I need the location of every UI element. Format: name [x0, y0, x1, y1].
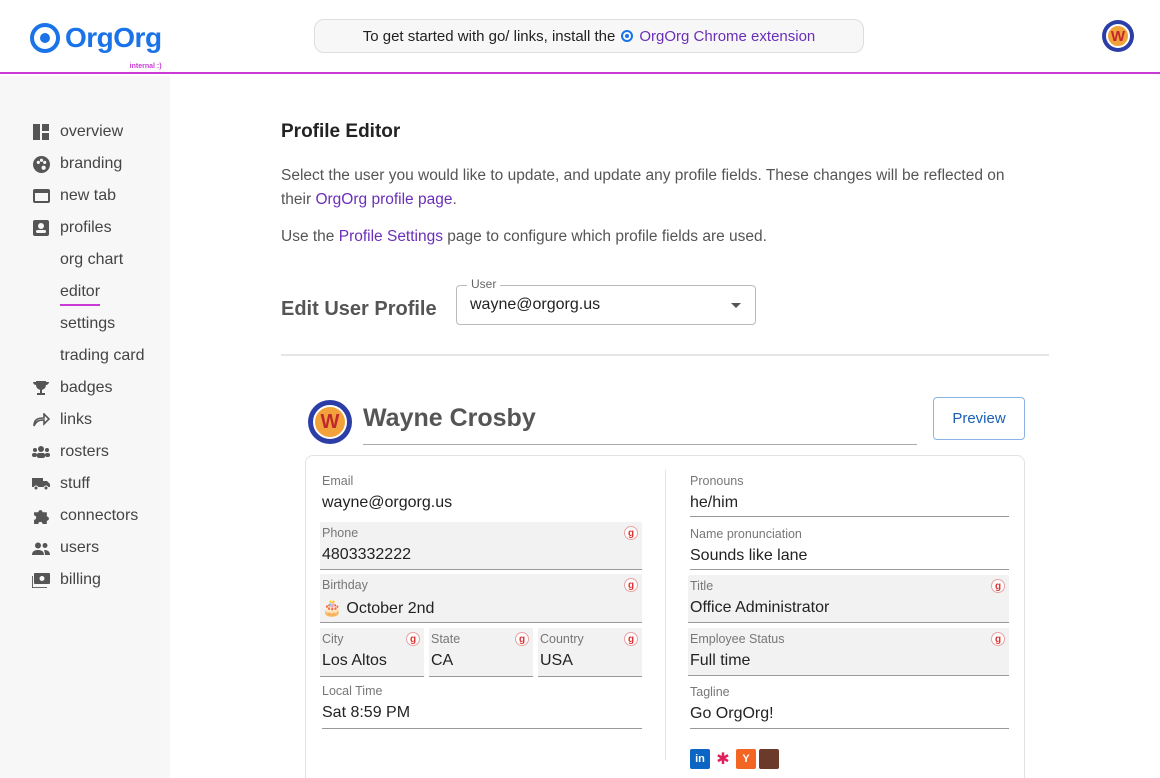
section-divider [281, 354, 1049, 356]
users-icon [32, 539, 50, 557]
user-avatar[interactable]: W [1102, 20, 1134, 52]
sidebar-item-profiles[interactable]: profiles [32, 216, 112, 240]
profile-avatar[interactable]: W [308, 400, 352, 444]
sidebar-item-badges[interactable]: badges [32, 376, 113, 400]
google-sync-icon: g [624, 526, 638, 540]
birthday-field[interactable]: Birthday 🎂 October 2nd g [320, 574, 642, 623]
city-field[interactable]: City Los Altos g [320, 628, 424, 677]
country-field[interactable]: Country USA g [538, 628, 642, 677]
billing-icon [32, 571, 50, 589]
tagline-field[interactable]: Tagline Go OrgOrg! [690, 681, 1009, 729]
state-field[interactable]: State CA g [429, 628, 533, 677]
employee-status-field[interactable]: Employee Status Full time g [688, 628, 1009, 676]
local-time-field: Local Time Sat 8:59 PM [322, 680, 642, 729]
preview-button[interactable]: Preview [933, 397, 1025, 440]
phone-field[interactable]: Phone 4803332222 g [320, 522, 642, 570]
logo-ring-icon [30, 23, 60, 53]
sidebar-sub-org-chart[interactable]: org chart [60, 248, 123, 272]
user-select-label: User [467, 277, 501, 291]
sidebar-item-branding[interactable]: branding [32, 152, 122, 176]
google-sync-icon: g [991, 579, 1005, 593]
orgorg-logo-icon [621, 30, 634, 42]
page-title: Profile Editor [281, 121, 401, 142]
banner-text: To get started with go/ links, install t… [362, 27, 616, 45]
sidebar-item-stuff[interactable]: stuff [32, 472, 90, 496]
sidebar-item-new-tab[interactable]: new tab [32, 184, 116, 208]
sidebar-item-connectors[interactable]: connectors [32, 504, 138, 528]
sidebar-item-overview[interactable]: overview [32, 120, 123, 144]
orgorg-logo[interactable]: OrgOrg internal :) [30, 20, 162, 70]
trophy-icon [32, 379, 50, 397]
column-divider [665, 470, 666, 760]
edit-user-profile-label: Edit User Profile [281, 298, 437, 320]
palette-icon [32, 155, 50, 173]
sidebar-item-users[interactable]: users [32, 536, 99, 560]
social-links: in ✱ Y [690, 749, 779, 769]
sidebar-sub-settings[interactable]: settings [60, 312, 115, 336]
slack-icon[interactable]: ✱ [713, 749, 733, 769]
title-field[interactable]: Title Office Administrator g [688, 575, 1009, 623]
photo-icon[interactable] [759, 749, 779, 769]
sidebar-item-rosters[interactable]: rosters [32, 440, 109, 464]
google-sync-icon: g [515, 632, 529, 646]
profile-page-link[interactable]: OrgOrg profile page [315, 191, 452, 208]
extension-banner: To get started with go/ links, install t… [314, 19, 864, 53]
dashboard-icon [32, 123, 50, 141]
google-sync-icon: g [624, 578, 638, 592]
profile-settings-link[interactable]: Profile Settings [339, 228, 443, 245]
user-select[interactable]: User wayne@orgorg.us [456, 277, 756, 325]
group-icon [32, 443, 50, 461]
name-pronunciation-field[interactable]: Name pronunciation Sounds like lane [690, 523, 1009, 570]
linkedin-icon[interactable]: in [690, 749, 710, 769]
truck-icon [32, 475, 50, 493]
ycombinator-icon[interactable]: Y [736, 749, 756, 769]
profile-icon [32, 219, 50, 237]
intro-paragraph: Select the user you would like to update… [281, 167, 1005, 208]
google-sync-icon: g [991, 632, 1005, 646]
user-select-value: wayne@orgorg.us [470, 296, 601, 313]
share-arrow-icon [32, 411, 50, 429]
sidebar-item-billing[interactable]: billing [32, 568, 101, 592]
sidebar-sub-editor[interactable]: editor [60, 280, 101, 306]
google-sync-icon: g [406, 632, 420, 646]
settings-paragraph: Use the Profile Settings page to configu… [281, 228, 767, 245]
pronouns-field[interactable]: Pronouns he/him [690, 470, 1009, 517]
top-header: OrgOrg internal :) To get started with g… [0, 0, 1160, 74]
chrome-extension-link[interactable]: OrgOrg Chrome extension [639, 28, 815, 45]
google-sync-icon: g [624, 632, 638, 646]
caret-down-icon [731, 303, 741, 308]
tab-icon [32, 187, 50, 205]
sidebar-sub-trading-card[interactable]: trading card [60, 344, 145, 368]
sidebar-item-links[interactable]: links [32, 408, 92, 432]
name-underline [363, 444, 917, 445]
puzzle-icon [32, 507, 50, 525]
email-field: Email wayne@orgorg.us [322, 474, 453, 511]
profile-name-field[interactable]: Wayne Crosby [363, 404, 536, 433]
